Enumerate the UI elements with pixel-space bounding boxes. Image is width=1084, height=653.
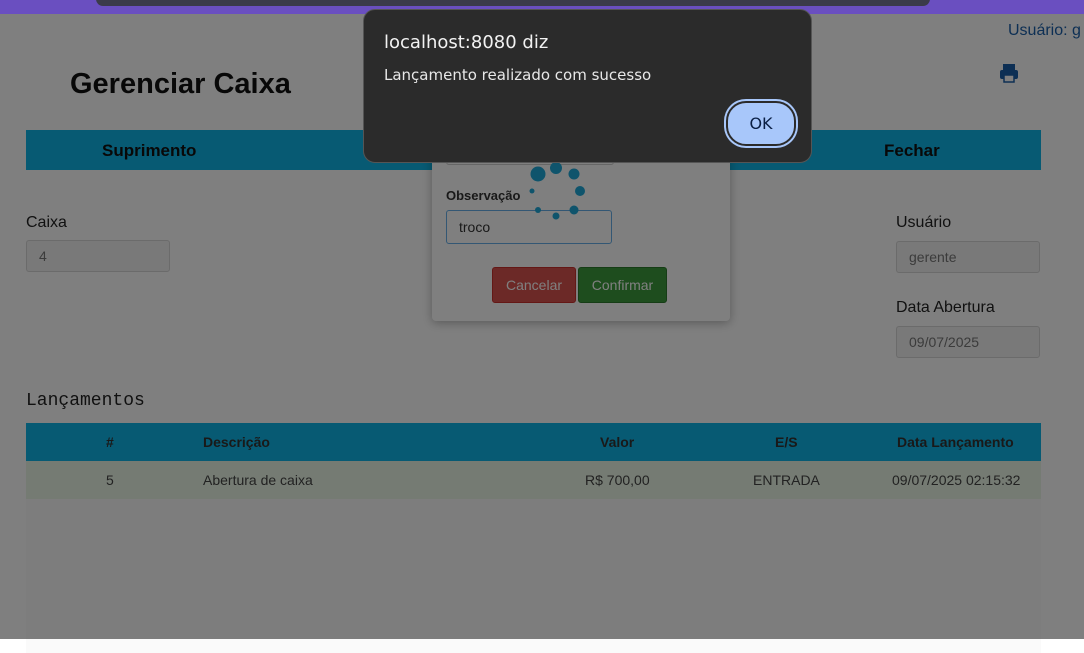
alert-origin: localhost:8080 diz xyxy=(384,32,549,53)
alert-ok-button[interactable]: OK xyxy=(726,101,796,146)
alert-message: Lançamento realizado com sucesso xyxy=(384,66,652,84)
alert-dialog: localhost:8080 diz Lançamento realizado … xyxy=(363,9,812,163)
browser-address-bar[interactable] xyxy=(96,0,930,6)
